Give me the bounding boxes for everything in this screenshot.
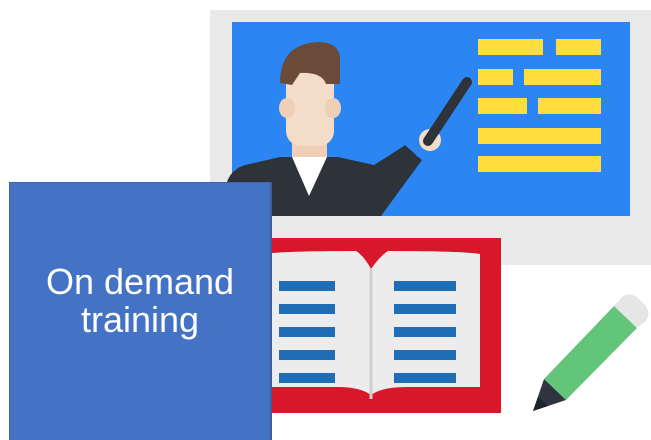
- open-book-icon: [243, 238, 501, 413]
- pencil-icon: [533, 294, 649, 411]
- card-label: On demand training: [45, 260, 235, 340]
- on-demand-training-card: On demand training: [9, 182, 272, 440]
- training-illustration-stage: On demand training: [0, 0, 651, 440]
